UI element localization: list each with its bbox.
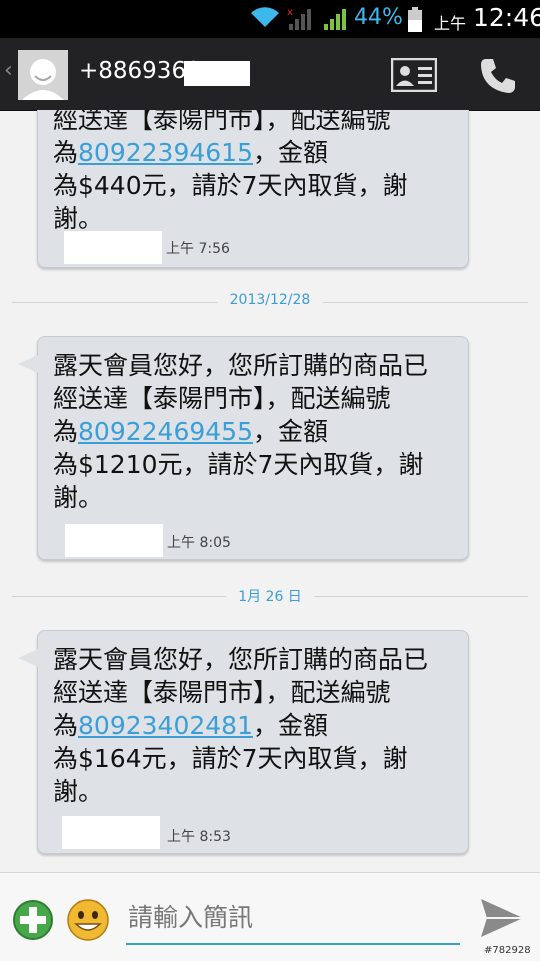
date-separator: 2013/12/28 [12, 292, 528, 312]
message-time: 上午 7:56 [166, 241, 230, 257]
message-line: ，金額 [252, 711, 328, 740]
message-line: 為 [53, 711, 79, 740]
person-icon [18, 50, 68, 100]
conversation-header: ‹ +8869360 [0, 38, 540, 111]
message-time: 上午 8:53 [167, 829, 231, 845]
message-line: 為$164元，請於7天內取貨，謝 [53, 744, 408, 773]
signal-no-sim-icon: x [287, 7, 311, 30]
message-line: ，金額 [252, 417, 328, 446]
message-text: 露天會員您好，您所訂購的商品已 經送達【泰陽門市】，配送編號 為80922469… [53, 349, 463, 514]
message-line: 為 [53, 417, 79, 446]
message-time: 上午 8:05 [167, 535, 231, 551]
status-bar: x 44% 上午 12:46 [0, 0, 540, 38]
redaction-box [64, 231, 162, 264]
battery-icon [408, 7, 422, 32]
message-text: 經送達【泰陽門市】，配送編號 為80922394615，金額 為$440元，請於… [53, 110, 463, 235]
redaction-box [65, 524, 163, 557]
signal-icon [324, 9, 346, 30]
message-line: 經送達【泰陽門市】，配送編號 [53, 110, 391, 134]
message-line: 謝。 [53, 483, 104, 512]
message-bubble[interactable]: 露天會員您好，您所訂購的商品已 經送達【泰陽門市】，配送編號 為80922469… [18, 336, 469, 560]
battery-percent: 44% [354, 5, 403, 30]
contact-card-icon[interactable] [391, 58, 437, 92]
date-separator: 1月 26 日 [12, 586, 528, 606]
phone-icon[interactable] [478, 56, 518, 96]
back-icon[interactable]: ‹ [4, 58, 13, 83]
emoji-icon[interactable] [66, 898, 110, 942]
delivery-number-link[interactable]: 80922394615 [78, 138, 253, 167]
message-line: 為 [53, 138, 79, 167]
status-ampm: 上午 [434, 14, 467, 33]
add-attachment-icon[interactable] [12, 899, 54, 941]
redaction-box [62, 816, 160, 849]
message-bubble[interactable]: 露天會員您好，您所訂購的商品已 經送達【泰陽門市】，配送編號 為80923402… [18, 630, 469, 854]
message-line: 露天會員您好，您所訂購的商品已 [53, 351, 429, 380]
message-bubble[interactable]: 經送達【泰陽門市】，配送編號 為80922394615，金額 為$440元，請於… [37, 110, 469, 268]
message-line: 為$440元，請於7天內取貨，謝 [53, 171, 408, 200]
delivery-number-link[interactable]: 80923402481 [78, 711, 253, 740]
date-label: 1月 26 日 [226, 586, 314, 606]
status-time: 12:46 [473, 3, 540, 32]
avatar[interactable] [18, 50, 68, 100]
wifi-icon [251, 7, 279, 28]
message-line: 經送達【泰陽門市】，配送編號 [53, 678, 391, 707]
message-line: 為$1210元，請於7天內取貨，謝 [53, 450, 424, 479]
message-line: ，金額 [252, 138, 328, 167]
message-line: 經送達【泰陽門市】，配送編號 [53, 384, 391, 413]
date-label: 2013/12/28 [217, 292, 323, 308]
message-line: 謝。 [53, 777, 104, 806]
watermark: #782928 [484, 945, 531, 956]
svg-text:x: x [287, 7, 293, 18]
contact-name: +8869360 [79, 58, 201, 84]
message-line: 露天會員您好，您所訂購的商品已 [53, 645, 429, 674]
message-input[interactable] [126, 891, 460, 945]
message-text: 露天會員您好，您所訂購的商品已 經送達【泰陽門市】，配送編號 為80923402… [53, 643, 463, 808]
message-list[interactable]: 經送達【泰陽門市】，配送編號 為80922394615，金額 為$440元，請於… [0, 110, 540, 872]
redaction-box [184, 61, 250, 86]
compose-bar: #782928 [0, 872, 540, 961]
delivery-number-link[interactable]: 80922469455 [78, 417, 253, 446]
send-icon[interactable] [479, 897, 525, 939]
